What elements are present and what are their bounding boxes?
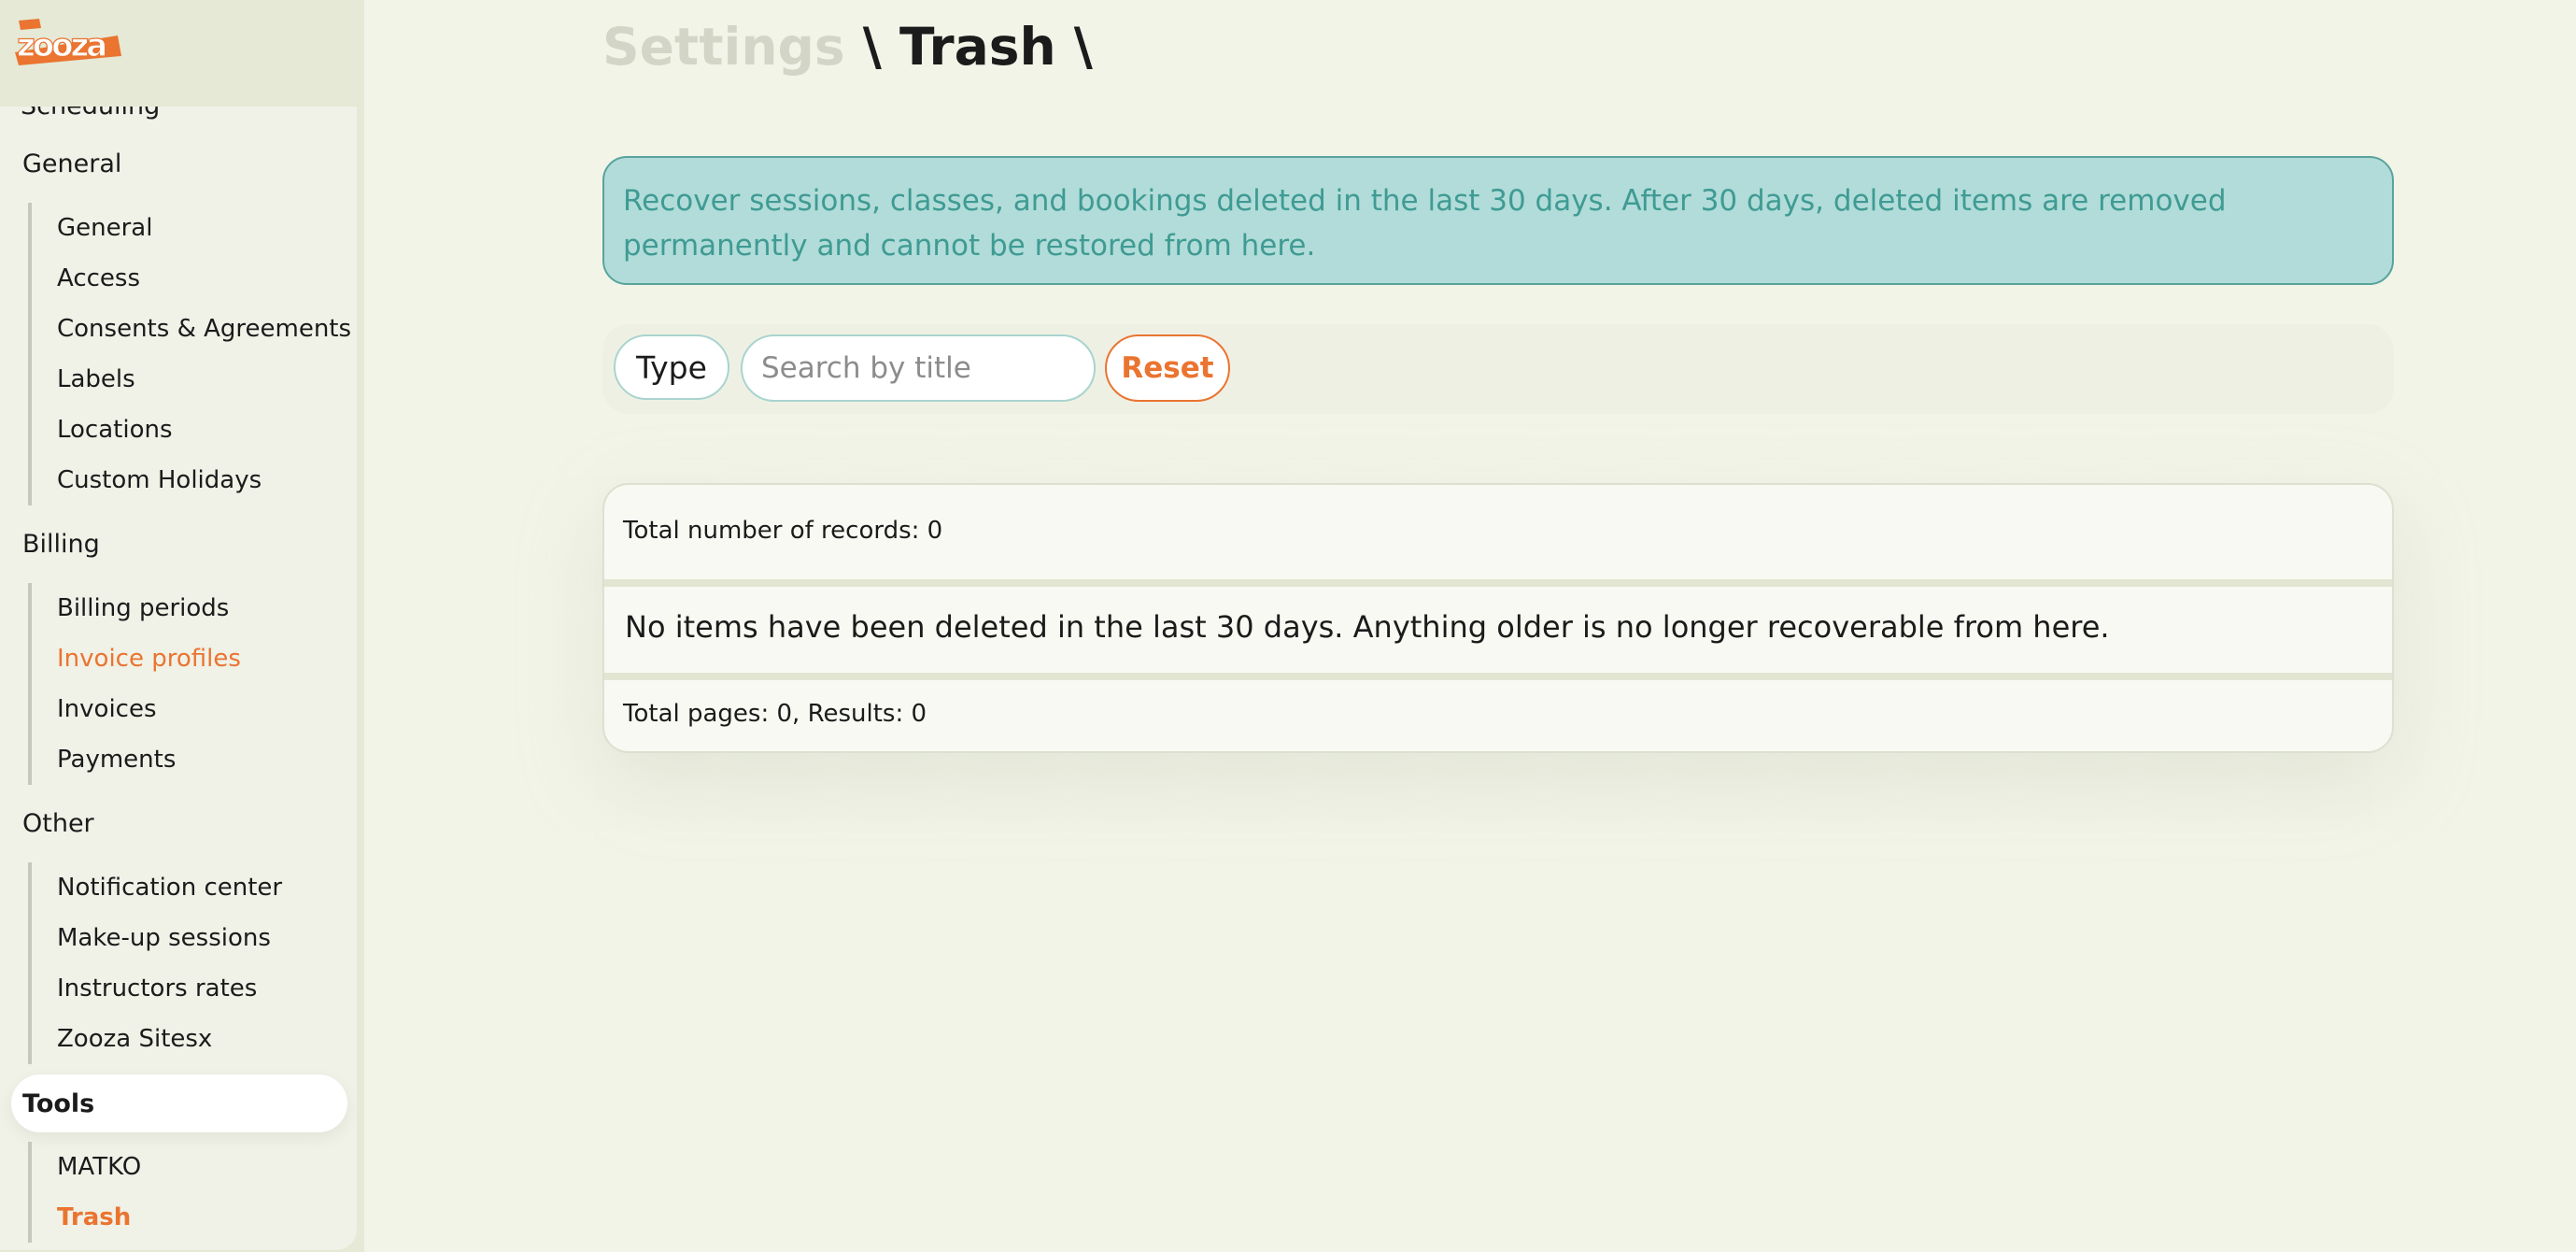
nav-sub-tools: MATKO Trash	[28, 1142, 141, 1243]
nav-sub-billing: Billing periods Invoice profiles Invoice…	[28, 583, 241, 785]
nav-item-general[interactable]: General	[32, 203, 351, 253]
nav-item-scheduling[interactable]: Scheduling	[21, 107, 160, 121]
nav-item-trash[interactable]: Trash	[32, 1192, 141, 1243]
records-total: Total number of records: 0	[623, 517, 943, 545]
breadcrumb-separator: \	[1073, 17, 1093, 77]
nav-item-invoice-profiles[interactable]: Invoice profiles	[32, 633, 241, 684]
filter-bar: Type Reset	[602, 324, 2394, 414]
nav-item-instructors-rates[interactable]: Instructors rates	[32, 963, 282, 1014]
nav-item-locations[interactable]: Locations	[32, 405, 351, 455]
svg-text:zooza: zooza	[17, 27, 106, 64]
nav-item-make-up-sessions[interactable]: Make-up sessions	[32, 913, 282, 963]
settings-nav: Scheduling General General Access Consen…	[0, 107, 357, 1250]
nav-item-payments[interactable]: Payments	[32, 734, 241, 785]
breadcrumb-settings[interactable]: Settings	[602, 17, 845, 77]
nav-item-access[interactable]: Access	[32, 253, 351, 304]
info-banner: Recover sessions, classes, and bookings …	[602, 156, 2394, 285]
nav-group-general[interactable]: General	[22, 149, 121, 178]
nav-item-matko[interactable]: MATKO	[32, 1142, 141, 1192]
nav-sub-other: Notification center Make-up sessions Ins…	[28, 862, 282, 1064]
zooza-logo-icon: zooza	[15, 19, 121, 65]
records-table: Total number of records: 0 No items have…	[602, 483, 2394, 753]
nav-item-consents-agreements[interactable]: Consents & Agreements	[32, 304, 351, 354]
breadcrumb: Settings \ Trash \	[602, 17, 1093, 77]
pagination-summary: Total pages: 0, Results: 0	[623, 700, 927, 728]
nav-item-zooza-sitesx[interactable]: Zooza Sitesx	[32, 1014, 282, 1064]
type-filter-button[interactable]: Type	[614, 334, 729, 400]
nav-group-other[interactable]: Other	[22, 809, 94, 838]
empty-state-row: No items have been deleted in the last 3…	[604, 579, 2392, 680]
nav-item-billing-periods[interactable]: Billing periods	[32, 583, 241, 633]
nav-sub-general: General Access Consents & Agreements Lab…	[28, 203, 351, 505]
breadcrumb-separator: \	[862, 17, 882, 77]
sidebar: zooza Scheduling General General Access …	[0, 0, 364, 1252]
empty-state-message: No items have been deleted in the last 3…	[625, 609, 2110, 645]
nav-group-billing[interactable]: Billing	[22, 530, 100, 559]
nav-group-tools[interactable]: Tools	[11, 1074, 347, 1132]
zooza-logo[interactable]: zooza	[13, 15, 123, 67]
search-input[interactable]	[741, 334, 1096, 402]
info-banner-text: Recover sessions, classes, and bookings …	[623, 184, 2227, 263]
breadcrumb-trash: Trash	[899, 17, 1056, 77]
nav-item-custom-holidays[interactable]: Custom Holidays	[32, 455, 351, 505]
nav-item-invoices[interactable]: Invoices	[32, 684, 241, 734]
nav-item-labels[interactable]: Labels	[32, 354, 351, 405]
reset-button[interactable]: Reset	[1105, 334, 1230, 402]
nav-item-notification-center[interactable]: Notification center	[32, 862, 282, 913]
